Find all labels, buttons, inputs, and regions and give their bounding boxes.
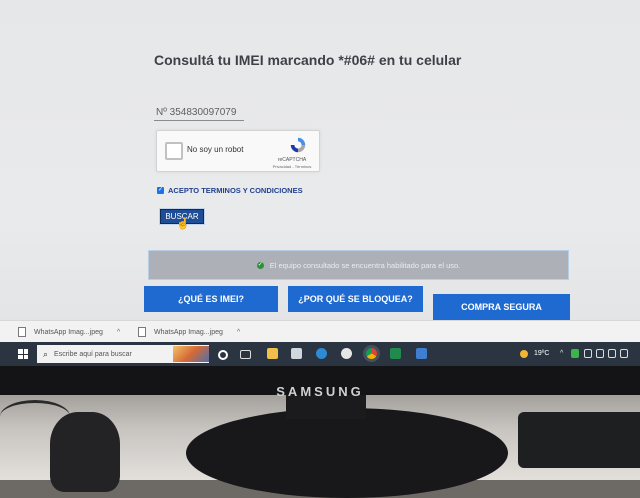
terms-row[interactable]: ✓ ACEPTO TERMINOS Y CONDICIONES: [157, 186, 303, 195]
tray-app-icon[interactable]: [571, 349, 579, 358]
download-file-name: WhatsApp Imag...jpeg: [154, 328, 223, 336]
search-highlight-image: [173, 346, 209, 362]
recaptcha-label: No soy un robot: [187, 145, 244, 154]
weather-icon[interactable]: [520, 350, 528, 358]
mouse-cursor-icon: ☝: [176, 218, 190, 230]
app-icon[interactable]: [416, 348, 427, 359]
download-file-name: WhatsApp Imag...jpeg: [34, 328, 103, 336]
monitor-brand-logo: SAMSUNG: [276, 384, 364, 399]
network-icon[interactable]: [596, 349, 604, 358]
task-view-icon[interactable]: [240, 350, 251, 359]
download-item[interactable]: WhatsApp Imag...jpeg ^: [18, 327, 120, 337]
taskbar: ⌕ Escribe aquí para buscar 19ºC ^: [0, 342, 640, 366]
search-icon: ⌕: [43, 348, 49, 359]
downloads-bar: WhatsApp Imag...jpeg ^ WhatsApp Imag...jp…: [0, 320, 640, 343]
taskbar-search-placeholder: Escribe aquí para buscar: [54, 350, 132, 358]
recaptcha-brand: reCAPTCHA: [277, 157, 307, 163]
chevron-up-icon[interactable]: ^: [117, 329, 120, 336]
page-title: Consultá tu IMEI marcando *#06# en tu ce…: [154, 52, 462, 68]
download-item[interactable]: WhatsApp Imag...jpeg ^: [138, 327, 240, 337]
speaker: [518, 412, 640, 468]
recaptcha-widget: No soy un robot reCAPTCHA Privacidad - T…: [156, 130, 320, 172]
safe-purchase-button[interactable]: COMPRA SEGURA: [433, 294, 570, 320]
screen: Consultá tu IMEI marcando *#06# en tu ce…: [0, 0, 640, 366]
app-icon[interactable]: [291, 348, 302, 359]
tray-app-icon[interactable]: [584, 349, 592, 358]
recaptcha-checkbox[interactable]: [165, 142, 183, 160]
cortana-icon[interactable]: [218, 350, 228, 360]
check-circle-icon: ✓: [256, 261, 264, 269]
imei-input[interactable]: [154, 104, 244, 121]
chevron-up-icon[interactable]: ^: [560, 350, 563, 357]
mouse: [50, 412, 120, 492]
chrome-icon[interactable]: [366, 348, 377, 359]
edge-icon[interactable]: [316, 348, 327, 359]
terms-checkbox[interactable]: ✓: [157, 187, 164, 194]
taskbar-search[interactable]: ⌕ Escribe aquí para buscar: [37, 345, 209, 363]
status-message: El equipo consultado se encuentra habili…: [269, 260, 461, 270]
file-icon: [138, 327, 146, 337]
chevron-up-icon[interactable]: ^: [237, 329, 240, 336]
file-explorer-icon[interactable]: [267, 348, 278, 359]
tray-app-icon[interactable]: [620, 349, 628, 358]
excel-icon[interactable]: [390, 348, 401, 359]
why-blocked-button[interactable]: ¿POR QUÉ SE BLOQUEA?: [288, 286, 423, 312]
volume-icon[interactable]: [608, 349, 616, 358]
monitor-bezel: Consultá tu IMEI marcando *#06# en tu ce…: [0, 0, 640, 395]
weather-temp[interactable]: 19ºC: [534, 350, 549, 357]
app-icon[interactable]: [341, 348, 352, 359]
recaptcha-icon: [290, 137, 306, 153]
windows-start-icon[interactable]: [18, 349, 28, 359]
what-is-imei-button[interactable]: ¿QUÉ ES IMEI?: [144, 286, 278, 312]
monitor-stand-base: [186, 408, 508, 498]
file-icon: [18, 327, 26, 337]
recaptcha-links[interactable]: Privacidad - Términos: [265, 164, 319, 169]
terms-label: ACEPTO TERMINOS Y CONDICIONES: [168, 186, 303, 195]
status-message-bar: ✓ El equipo consultado se encuentra habi…: [148, 250, 569, 280]
